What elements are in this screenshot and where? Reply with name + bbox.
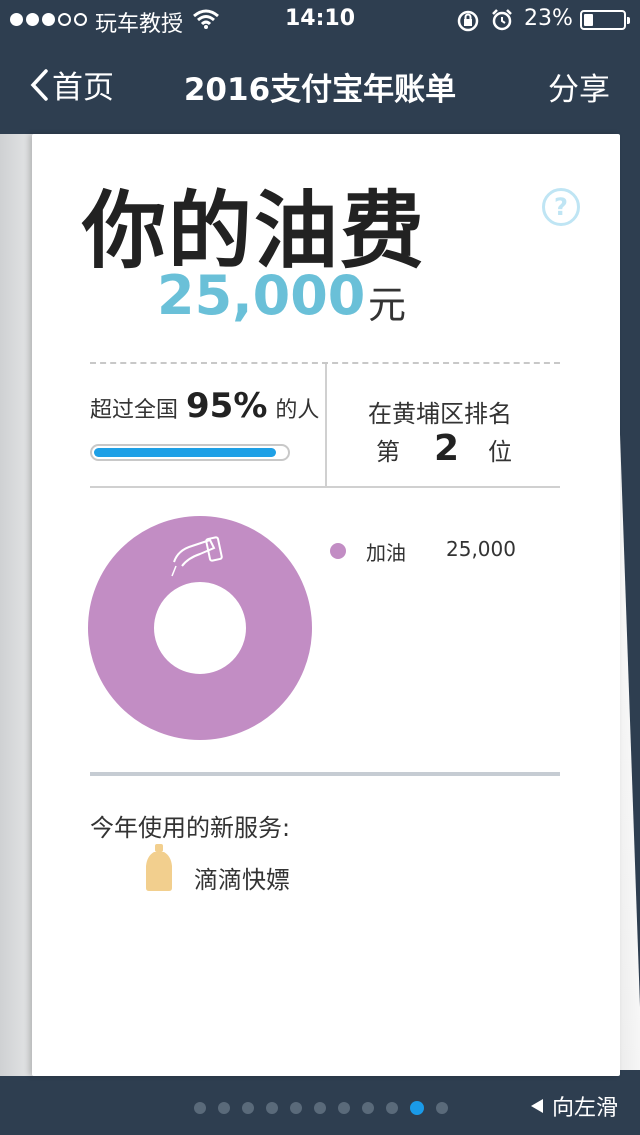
amount-unit: 元: [368, 283, 407, 327]
page-dot[interactable]: [242, 1102, 254, 1114]
legend-label-fuel: 加油: [366, 541, 406, 565]
rank-prefix: 第: [376, 438, 400, 466]
previous-page-edge: [0, 134, 36, 1076]
battery-icon: [580, 10, 630, 30]
battery-percent: 23%: [524, 6, 573, 31]
page-dot[interactable]: [386, 1102, 398, 1114]
page-title: 2016支付宝年账单: [183, 72, 457, 108]
stats-divider: [325, 364, 327, 486]
rank-value-line: 第 2 位: [376, 428, 512, 469]
exceed-stat: 超过全国 95% 的人: [90, 386, 319, 426]
progress-fill: [94, 448, 277, 457]
swipe-hint-label: 向左滑: [551, 1096, 618, 1121]
new-services-title: 今年使用的新服务:: [90, 814, 291, 842]
fuel-amount: 25,000: [157, 264, 366, 327]
bottle-icon: [146, 844, 172, 891]
page-dot[interactable]: [290, 1102, 302, 1114]
page-dot[interactable]: [218, 1102, 230, 1114]
exceed-percent: 95%: [186, 386, 268, 426]
page-indicator[interactable]: [194, 1101, 448, 1115]
donut-segment-fuel: [88, 516, 312, 740]
swipe-hint[interactable]: 向左滑: [530, 1090, 618, 1122]
page-dot[interactable]: [362, 1102, 374, 1114]
legend-dot-fuel: [330, 543, 346, 559]
rank-label: 在黄埔区排名: [368, 400, 512, 428]
page-dot[interactable]: [194, 1102, 206, 1114]
rank-suffix: 位: [488, 438, 512, 466]
status-bar: 玩车教授 14:10 23%: [0, 0, 640, 40]
page-dot[interactable]: [338, 1102, 350, 1114]
page-dot[interactable]: [436, 1102, 448, 1114]
exceed-prefix: 超过全国: [90, 398, 179, 423]
rank-value: 2: [434, 428, 460, 469]
share-button[interactable]: 分享: [548, 64, 610, 109]
page-dot[interactable]: [266, 1102, 278, 1114]
alarm-icon: [492, 9, 512, 31]
exceed-progress-bar: [90, 444, 290, 461]
legend-value-fuel: 25,000: [446, 537, 516, 561]
expense-donut-chart: [88, 516, 312, 740]
help-icon[interactable]: ?: [542, 188, 580, 226]
triangle-left-icon: [530, 1099, 543, 1113]
bill-card[interactable]: 你的油费 ? 25,000 元 超过全国 95% 的人 在黄埔区排名 第 2 位…: [32, 134, 620, 1076]
stats-bottom-divider: [90, 486, 560, 488]
rotation-lock-icon: [457, 10, 479, 32]
page-dot-active[interactable]: [410, 1101, 424, 1115]
section-divider: [90, 772, 560, 776]
nav-bar: 首页 2016支付宝年账单 分享: [0, 48, 640, 120]
page-dot[interactable]: [314, 1102, 326, 1114]
battery-level: [584, 14, 593, 26]
exceed-suffix: 的人: [275, 398, 320, 423]
service-name: 滴滴快嫖: [194, 866, 290, 894]
